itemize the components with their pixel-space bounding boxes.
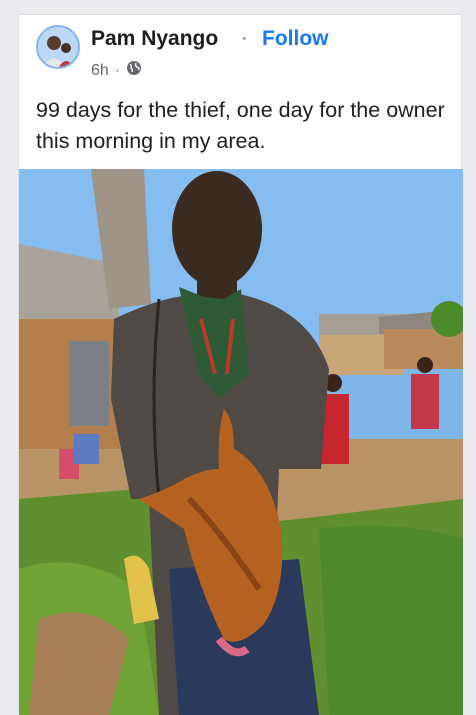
globe-icon[interactable] bbox=[126, 60, 142, 81]
post-card: Pam Nyango · Follow 6h · 99 days for the… bbox=[18, 14, 463, 715]
meta-separator: · bbox=[114, 61, 121, 79]
post-caption: 99 days for the thief, one day for the o… bbox=[36, 98, 445, 153]
post-meta: 6h · bbox=[91, 60, 142, 81]
author-name[interactable]: Pam Nyango bbox=[91, 27, 218, 51]
separator-dot: · bbox=[241, 27, 248, 49]
post-time[interactable]: 6h bbox=[91, 62, 109, 80]
author-avatar[interactable] bbox=[36, 25, 80, 69]
post-photo[interactable] bbox=[19, 169, 463, 715]
follow-button[interactable]: Follow bbox=[262, 27, 329, 51]
post-header: Pam Nyango · Follow 6h · bbox=[19, 15, 461, 103]
